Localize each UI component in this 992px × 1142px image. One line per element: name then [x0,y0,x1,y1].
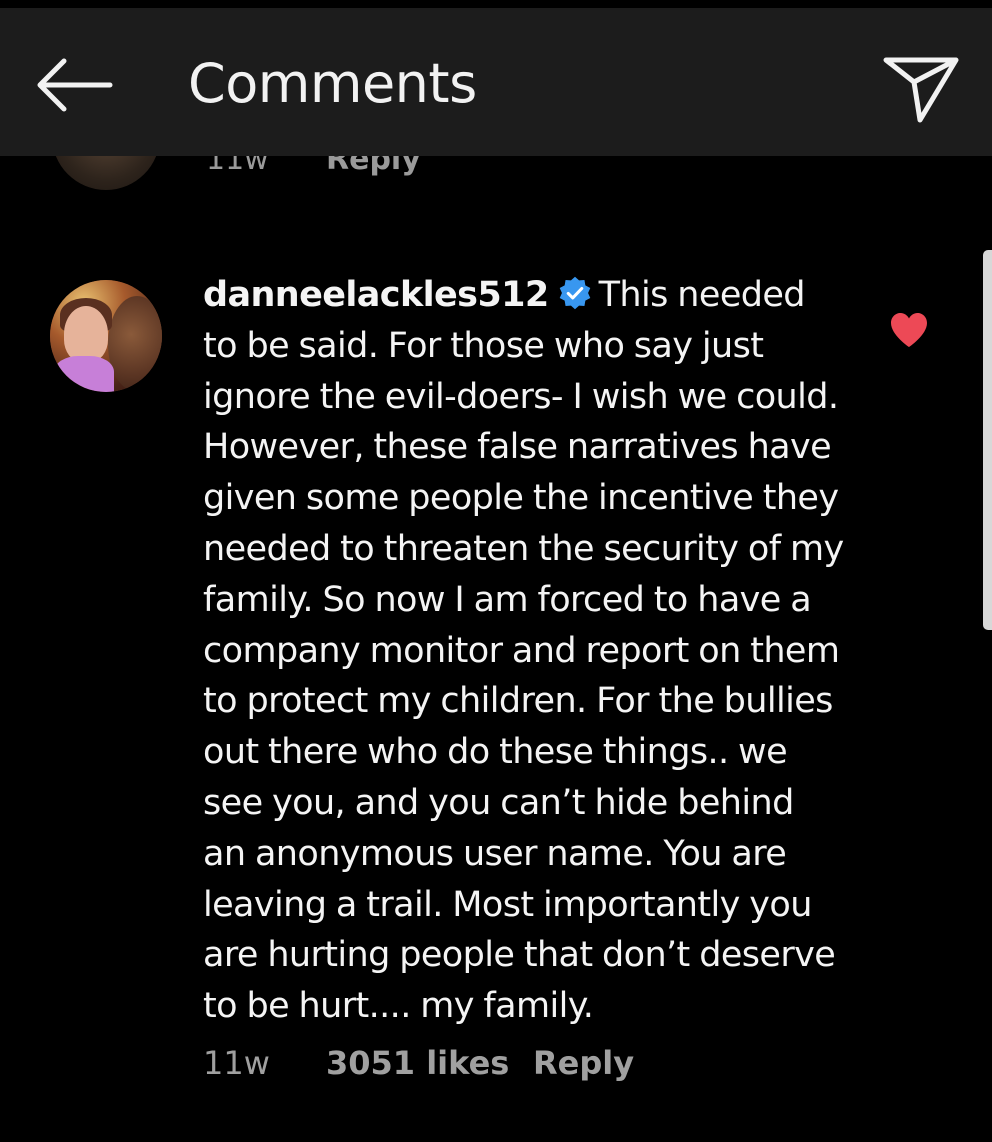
comment-line: ignore the evil-doers- I wish we could. [203,376,839,417]
comment-line: given some people the incentive they [203,478,839,519]
verified-badge-icon [559,276,590,310]
comment-line: needed to threaten the security of my [203,528,844,569]
heart-icon [891,313,927,347]
arrow-left-icon [37,58,113,112]
status-bar-strip [0,0,992,8]
reply-button[interactable]: Reply [533,1044,634,1082]
comment-line: to be said. For those who say just [203,325,764,366]
likes-count[interactable]: 3051 likes [326,1044,509,1082]
comments-screen: 11w Reply Comments danneelackles512 This … [0,0,992,1142]
comment-line: see you, and you can’t hide behind [203,782,794,823]
share-button[interactable] [878,48,964,128]
comment-time: 11w [203,1044,270,1082]
page-title: Comments [188,52,477,115]
comment-line: This needed [598,275,806,315]
like-button[interactable] [888,310,930,350]
comment-line: an anonymous user name. You are [203,833,787,874]
back-button[interactable] [30,50,120,120]
comment-body: danneelackles512 This needed to be said. … [203,270,863,1032]
comment-line: However, these false narratives have [203,427,832,468]
comment-first-line: danneelackles512 This needed [203,270,863,321]
scrollbar[interactable] [983,250,992,630]
comment-line: company monitor and report on them [203,630,840,671]
comment-line: out there who do these things.. we [203,732,788,773]
comment-line: family. So now I am forced to have a [203,579,812,620]
avatar[interactable] [50,280,162,392]
header-bar: Comments [0,8,992,156]
comment-line: to protect my children. For the bullies [203,681,833,722]
comment-line: are hurting people that don’t deserve [203,935,836,976]
comment-line: leaving a trail. Most importantly you [203,884,812,925]
paper-plane-icon [883,57,959,123]
username-link[interactable]: danneelackles512 [203,275,549,315]
comment-line: to be hurt.... my family. [203,986,594,1027]
